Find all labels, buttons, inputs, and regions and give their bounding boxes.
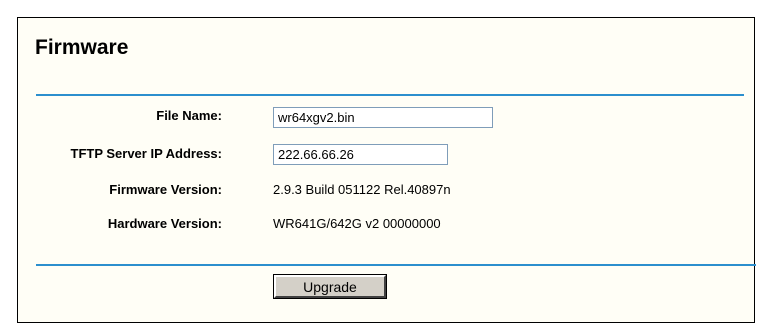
page-title: Firmware [35,36,129,59]
upgrade-button[interactable]: Upgrade [273,274,387,299]
hardware-version-label: Hardware Version: [107,216,222,231]
top-divider [36,94,744,96]
bottom-divider [36,264,756,266]
hardware-version-value: WR641G/642G v2 00000000 [273,216,441,231]
firmware-version-label: Firmware Version: [109,182,222,197]
file-name-label: File Name: [156,108,222,123]
firmware-version-value: 2.9.3 Build 051122 Rel.40897n [273,182,451,197]
tftp-server-ip-label: TFTP Server IP Address: [70,146,223,161]
tftp-server-ip-input[interactable] [273,144,448,165]
firmware-panel: Firmware File Name: TFTP Server IP Addre… [17,17,756,323]
file-name-input[interactable] [273,107,493,128]
